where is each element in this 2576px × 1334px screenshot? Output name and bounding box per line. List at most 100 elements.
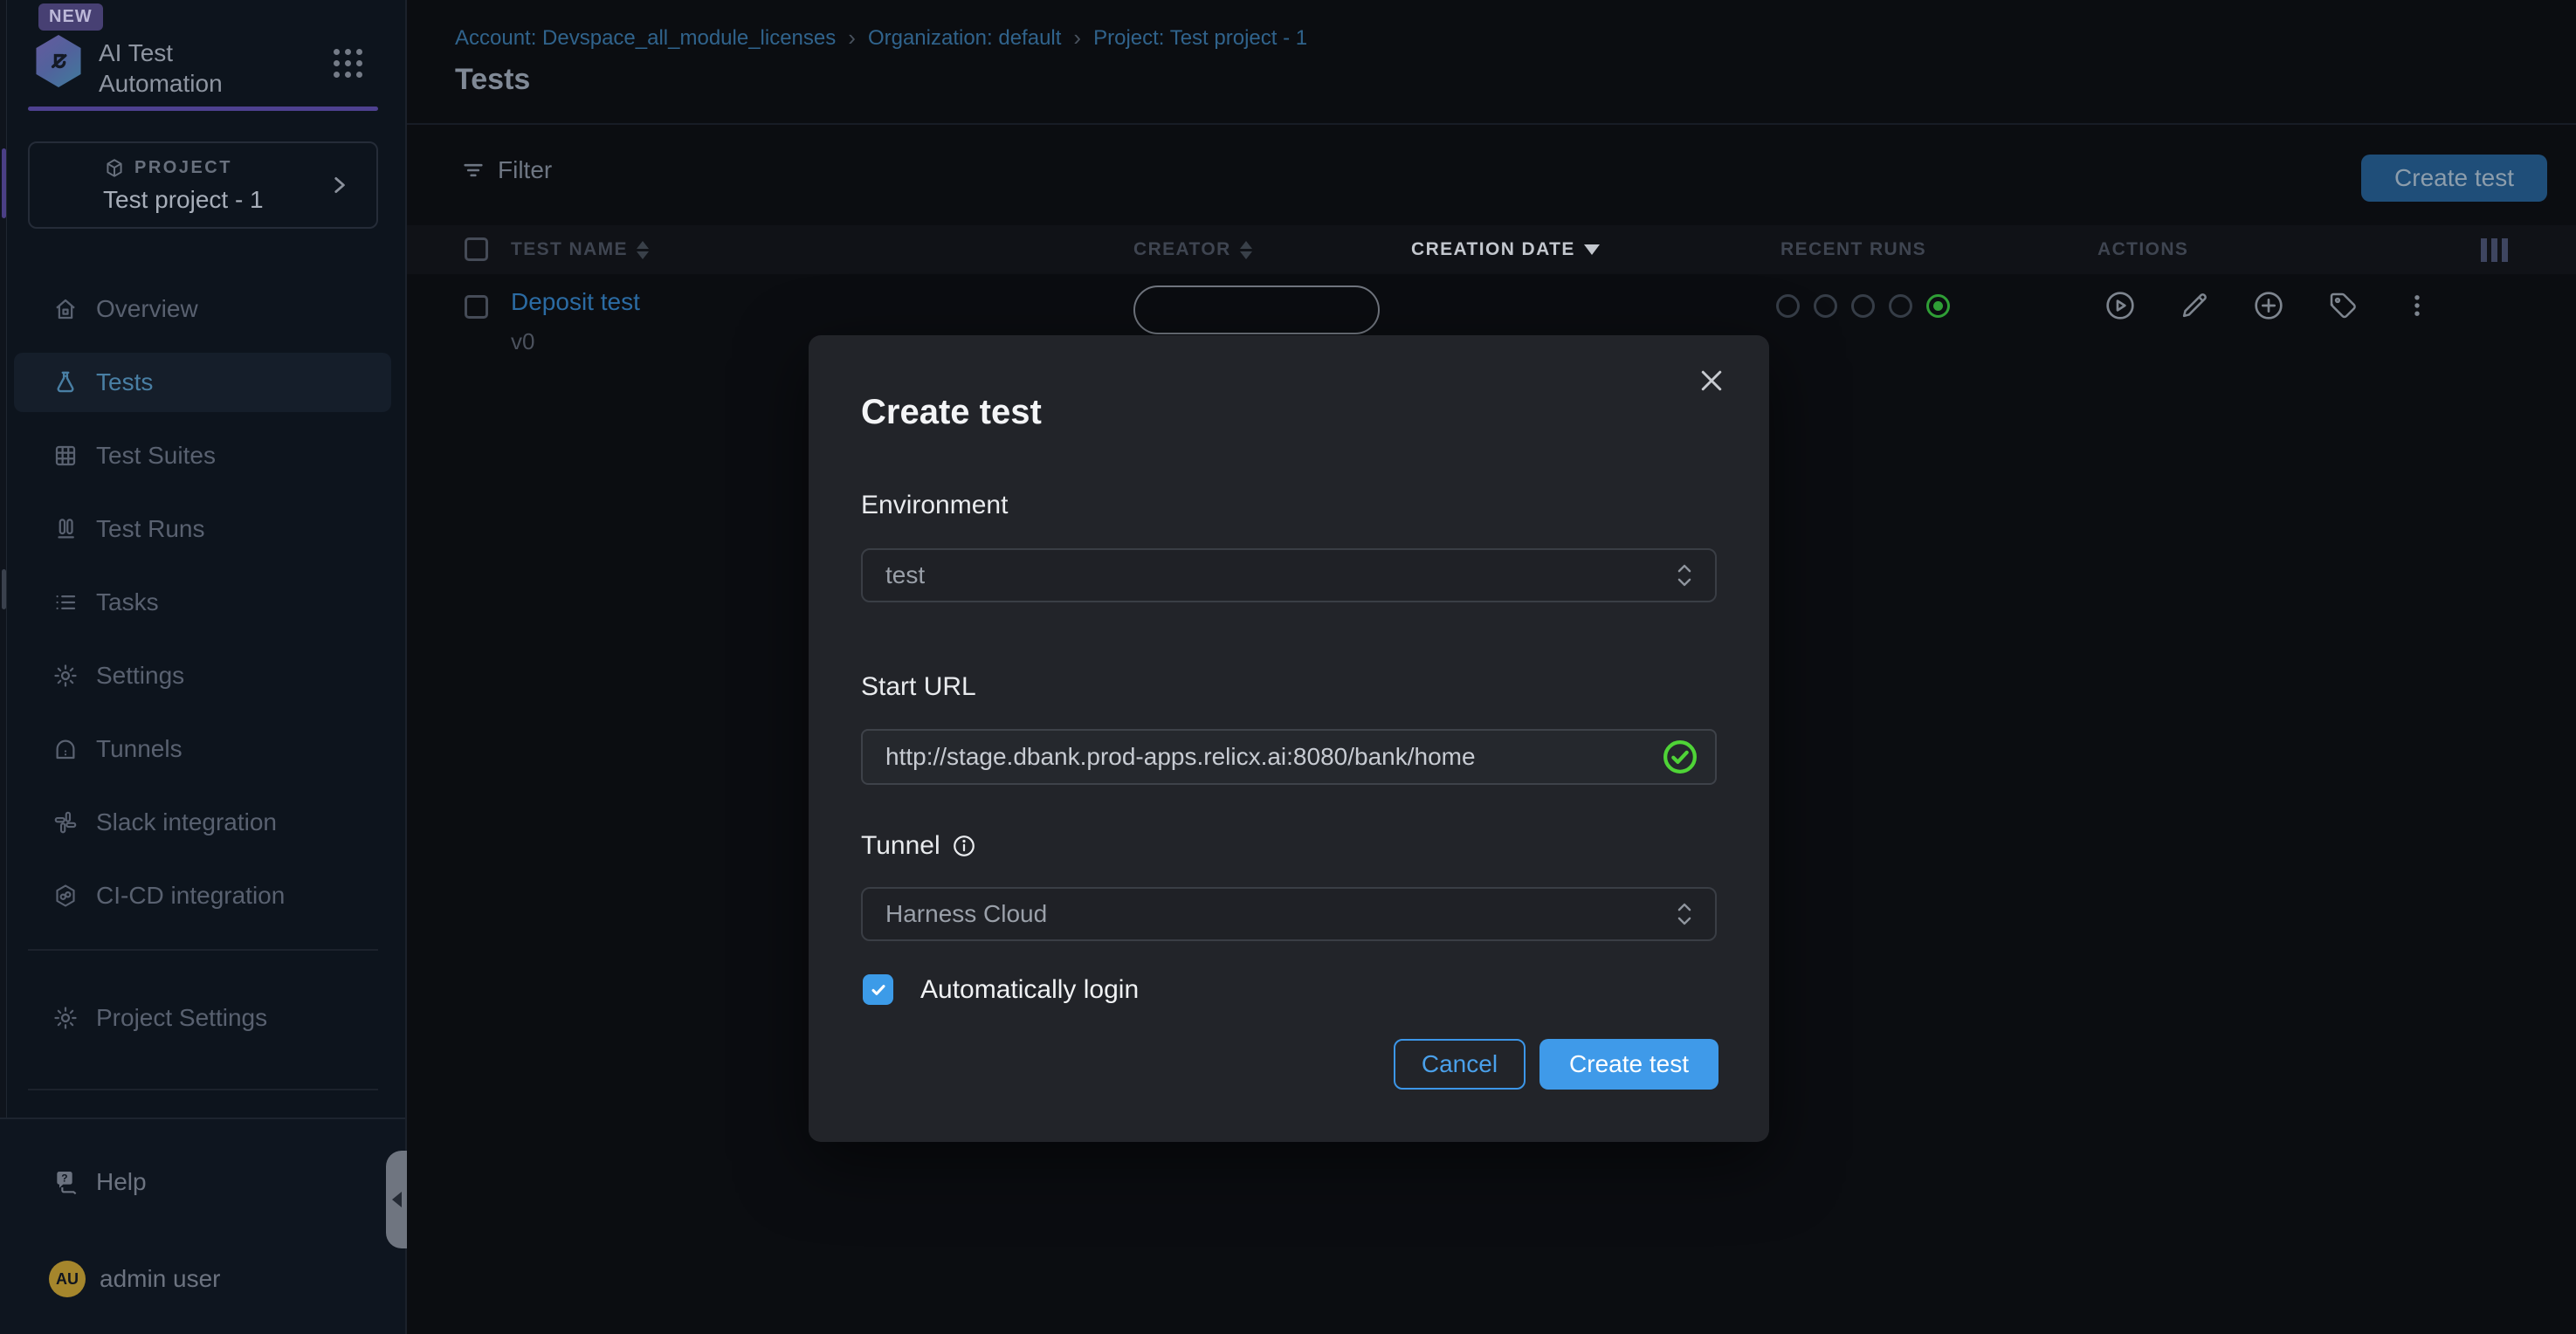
test-name-link[interactable]: Deposit test: [511, 288, 640, 316]
sidebar-item-label: Project Settings: [96, 1004, 267, 1032]
auto-login-label: Automatically login: [920, 975, 1139, 1005]
breadcrumb: Account: Devspace_all_module_licenses › …: [455, 24, 1307, 52]
project-selector[interactable]: PROJECT Test project - 1: [28, 141, 378, 229]
cicd-hexagon-icon: [52, 883, 80, 909]
sort-icon: [637, 241, 649, 259]
sidebar-item-tasks[interactable]: Tasks: [14, 573, 391, 632]
collapse-arrow-icon: [392, 1192, 402, 1207]
run-status-dot[interactable]: [1851, 294, 1875, 318]
sidebar-nav: Overview Tests Test Suites Test Runs Tas…: [14, 279, 391, 939]
column-settings-icon[interactable]: [2481, 238, 2508, 262]
tunnel-label: Tunnel: [861, 831, 977, 861]
home-icon: [52, 296, 80, 322]
sidebar-item-label: Test Suites: [96, 442, 216, 470]
svg-text:?: ?: [61, 1172, 67, 1184]
app-grid-icon[interactable]: [334, 49, 362, 78]
gear-icon: [52, 663, 80, 689]
sidebar-item-settings[interactable]: Settings: [14, 646, 391, 705]
sidebar-item-cicd-integration[interactable]: CI-CD integration: [14, 866, 391, 925]
breadcrumb-org-link[interactable]: Organization: default: [868, 26, 1061, 51]
tag-icon[interactable]: [2325, 287, 2361, 324]
sidebar-item-overview[interactable]: Overview: [14, 279, 391, 339]
user-menu[interactable]: AU admin user: [14, 1249, 391, 1309]
auto-login-toggle[interactable]: Automatically login: [863, 974, 1139, 1005]
column-header-test-name[interactable]: TEST NAME: [511, 225, 649, 274]
column-header-creation-date[interactable]: CREATION DATE: [1411, 225, 1600, 274]
close-icon[interactable]: [1692, 361, 1731, 400]
sidebar-item-label: Tasks: [96, 588, 159, 616]
column-header-creator[interactable]: CREATOR: [1133, 225, 1252, 274]
chevron-right-icon: [327, 174, 350, 196]
sidebar-item-label: Settings: [96, 662, 184, 690]
sidebar-item-label: Tests: [96, 368, 153, 396]
sidebar-footer: ? Help AU admin user: [0, 1117, 405, 1334]
info-icon[interactable]: [951, 833, 977, 859]
select-chevrons-icon: [1673, 899, 1696, 929]
run-status-dot[interactable]: [1814, 294, 1837, 318]
edit-pencil-icon[interactable]: [2176, 287, 2213, 324]
breadcrumb-project-link[interactable]: Project: Test project - 1: [1093, 26, 1307, 51]
app-logo-icon: [33, 35, 84, 87]
column-label: RECENT RUNS: [1780, 239, 1926, 260]
new-badge: NEW: [38, 3, 103, 31]
environment-select[interactable]: test: [861, 548, 1717, 602]
row-checkbox[interactable]: [465, 295, 488, 319]
project-kicker-label: PROJECT: [134, 158, 232, 178]
sidebar-item-project-settings[interactable]: Project Settings: [14, 988, 391, 1048]
select-all-checkbox[interactable]: [465, 237, 488, 261]
column-header-actions: ACTIONS: [2097, 225, 2188, 274]
app-brand: AI Test Automation: [33, 35, 291, 99]
avatar: AU: [49, 1261, 86, 1297]
sidebar-item-test-suites[interactable]: Test Suites: [14, 426, 391, 485]
modal-create-test-button[interactable]: Create test: [1539, 1039, 1718, 1090]
sidebar-item-label: Test Runs: [96, 515, 205, 543]
sidebar-divider: [28, 1089, 378, 1090]
sidebar-item-test-runs[interactable]: Test Runs: [14, 499, 391, 559]
cancel-button[interactable]: Cancel: [1394, 1039, 1526, 1090]
checkbox-checked-icon[interactable]: [863, 974, 893, 1005]
sidebar-item-tests[interactable]: Tests: [14, 353, 391, 412]
sidebar: NEW AI Test Automation PROJECT Test proj…: [0, 0, 407, 1334]
run-status-dot[interactable]: [1776, 294, 1800, 318]
filter-button[interactable]: Filter: [461, 156, 552, 184]
table-header: TEST NAME CREATOR CREATION DATE RECENT R…: [407, 225, 2576, 274]
sort-desc-icon: [1584, 244, 1600, 255]
kebab-menu-icon[interactable]: [2399, 287, 2435, 324]
flask-icon: [52, 369, 80, 395]
sidebar-collapse-handle[interactable]: [386, 1151, 407, 1248]
select-chevrons-icon: [1673, 560, 1696, 590]
sidebar-item-tunnels[interactable]: Tunnels: [14, 719, 391, 779]
column-label: CREATOR: [1133, 239, 1231, 260]
column-label: TEST NAME: [511, 239, 628, 260]
cube-icon: [103, 157, 126, 180]
breadcrumb-account-link[interactable]: Account: Devspace_all_module_licenses: [455, 26, 836, 51]
filter-label: Filter: [498, 156, 552, 184]
sidebar-item-slack-integration[interactable]: Slack integration: [14, 793, 391, 852]
help-button[interactable]: ? Help: [14, 1152, 391, 1212]
run-status-dot-passed[interactable]: [1926, 294, 1950, 318]
environment-label: Environment: [861, 491, 1008, 520]
run-status-dot[interactable]: [1889, 294, 1912, 318]
column-label: CREATION DATE: [1411, 239, 1575, 260]
modal-actions: Cancel Create test: [861, 1039, 1718, 1090]
tunnel-icon: [52, 736, 80, 762]
tunnel-label-text: Tunnel: [861, 831, 940, 861]
tunnel-select[interactable]: Harness Cloud: [861, 887, 1717, 941]
start-url-input[interactable]: http://stage.dbank.prod-apps.relicx.ai:8…: [861, 729, 1717, 785]
module-rail-active-indicator: [2, 148, 6, 218]
sidebar-item-label: Tunnels: [96, 735, 183, 763]
create-test-button[interactable]: Create test: [2361, 155, 2547, 202]
sidebar-item-label: CI-CD integration: [96, 882, 285, 910]
help-chat-icon: ?: [52, 1168, 82, 1196]
gear-icon: [52, 1005, 80, 1031]
add-circle-icon[interactable]: [2250, 287, 2287, 324]
page-header: Account: Devspace_all_module_licenses › …: [407, 0, 2576, 125]
creator-badge: [1133, 285, 1380, 334]
run-test-icon[interactable]: [2102, 287, 2139, 324]
columns-icon: [52, 516, 80, 542]
breadcrumb-separator: ›: [1073, 24, 1081, 52]
help-label: Help: [96, 1168, 147, 1196]
column-header-recent-runs: RECENT RUNS: [1780, 225, 1926, 274]
toolbar: Filter Create test: [407, 125, 2576, 225]
modal-title: Create test: [861, 393, 1042, 432]
